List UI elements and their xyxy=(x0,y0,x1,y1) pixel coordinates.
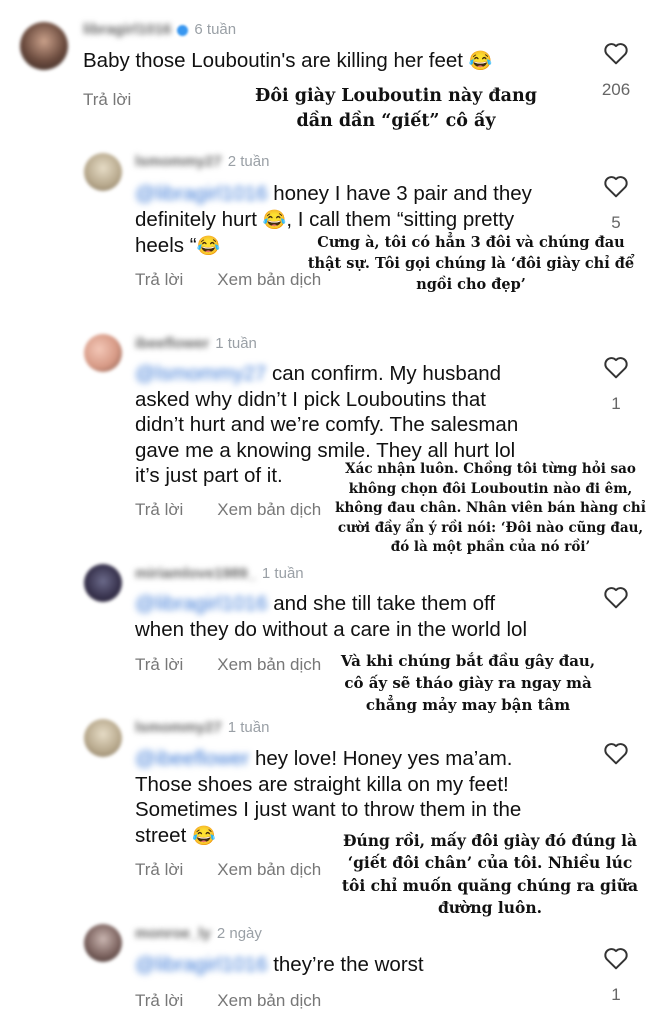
username[interactable]: lsmommy27 xyxy=(135,153,222,170)
like-count: 5 xyxy=(611,213,621,232)
mention-link[interactable]: @ibeeflower xyxy=(135,747,249,770)
translation-overlay: Cưng à, tôi có hẳn 3 đôi và chúng đau th… xyxy=(307,234,635,294)
like-count: 206 xyxy=(601,80,631,99)
comment-meta: ibeeflower 1 tuần xyxy=(135,335,257,352)
comment-line: and she till take them off xyxy=(273,592,496,615)
laughing-emoji: 😂 xyxy=(468,51,493,72)
translation-overlay: Đôi giày Louboutin này đang dần dần “giế… xyxy=(255,86,537,132)
comment-line: they’re the worst xyxy=(273,953,424,976)
comment-line: it’s just part of it. xyxy=(135,464,283,487)
comment-line: heels “ xyxy=(135,234,197,257)
mention-link[interactable]: @libragirl1016 xyxy=(135,182,268,205)
mention-link[interactable]: @libragirl1016 xyxy=(135,592,268,615)
translation-overlay: Đúng rồi, mấy đôi giày đó đúng là ‘giết … xyxy=(341,831,639,918)
comment-time: 1 tuần xyxy=(227,719,270,736)
heart-outline-icon[interactable] xyxy=(603,741,629,765)
comment-time: 1 tuần xyxy=(215,335,257,352)
comment-actions: Trả lời xyxy=(83,90,165,110)
comment-line: gave me a knowing smile. They all hurt l… xyxy=(135,438,516,462)
verified-badge-icon xyxy=(177,24,189,36)
reply-button[interactable]: Trả lời xyxy=(135,270,183,289)
like-count: 1 xyxy=(611,394,621,413)
comment-meta: miriamlove1989_ 1 tuần xyxy=(135,565,304,582)
heart-outline-icon[interactable] xyxy=(603,946,629,970)
laughing-emoji: 😂 xyxy=(262,209,287,231)
laughing-emoji: 😂 xyxy=(191,825,216,847)
comment-actions: Trả lời Xem bản dịch xyxy=(135,860,355,880)
reply-button[interactable]: Trả lời xyxy=(135,500,183,519)
username[interactable]: miriamlove1989_ xyxy=(135,565,256,582)
comment-line: didn’t hurt and we’re comfy. The salesma… xyxy=(135,413,519,436)
translation-overlay: Và khi chúng bắt đầu gây đau, cô ấy sẽ t… xyxy=(340,652,596,714)
comment-line: Those shoes are straight killa on my fee… xyxy=(135,772,509,796)
avatar[interactable] xyxy=(84,719,122,757)
comment-text: @libragirl1016 they’re the worst xyxy=(135,952,595,978)
heart-outline-icon[interactable] xyxy=(603,585,629,609)
like-count: 1 xyxy=(611,985,621,1004)
username[interactable]: ibeeflower xyxy=(135,335,209,352)
comment-line: street xyxy=(135,823,187,847)
avatar[interactable] xyxy=(84,153,122,191)
avatar[interactable] xyxy=(84,564,122,602)
mention-link[interactable]: @lsmommy27 xyxy=(135,362,266,385)
heart-outline-icon[interactable] xyxy=(603,355,629,379)
reply-button[interactable]: Trả lời xyxy=(135,655,183,674)
avatar[interactable] xyxy=(20,22,68,70)
reply-button[interactable]: Trả lời xyxy=(135,991,183,1010)
comment-line: asked why didn’t I pick Louboutins that xyxy=(135,387,486,411)
comment-time: 2 tuần xyxy=(227,153,270,170)
comment-meta: lsmommy27 2 tuần xyxy=(135,153,269,170)
comment-line: definitely hurt xyxy=(135,207,257,231)
comment-line: , I call them “sitting pretty xyxy=(286,207,515,231)
username[interactable]: libragirl1016 xyxy=(83,21,171,38)
translate-button[interactable]: Xem bản dịch xyxy=(217,860,321,879)
comment-actions: Trả lời Xem bản dịch xyxy=(135,655,355,675)
username[interactable]: monroe_ly xyxy=(135,925,211,942)
laughing-emoji: 😂 xyxy=(196,236,221,257)
mention-link[interactable]: @libragirl1016 xyxy=(135,953,268,976)
reply-button[interactable]: Trả lời xyxy=(135,860,183,879)
comment-body: Baby those Louboutin's are killing her f… xyxy=(83,49,463,72)
comment-line: can confirm. My husband xyxy=(272,362,502,385)
comment-text: @libragirl1016 and she till take them of… xyxy=(135,591,595,642)
reply-button[interactable]: Trả lời xyxy=(83,90,131,109)
translate-button[interactable]: Xem bản dịch xyxy=(217,655,321,674)
comment-actions: Trả lời Xem bản dịch xyxy=(135,991,355,1011)
comment-line: hey love! Honey yes ma’am. xyxy=(254,747,513,770)
comment-time: 6 tuần xyxy=(194,21,237,38)
heart-outline-icon[interactable] xyxy=(603,174,629,198)
avatar[interactable] xyxy=(84,334,122,372)
comment-text: Baby those Louboutin's are killing her f… xyxy=(83,48,492,75)
heart-outline-icon[interactable] xyxy=(603,41,629,65)
comment-time: 2 ngày xyxy=(216,925,262,942)
comment-time: 1 tuần xyxy=(261,565,304,582)
comment-meta: lsmommy27 1 tuần xyxy=(135,719,269,736)
comment-actions: Trả lời Xem bản dịch xyxy=(135,500,355,520)
username[interactable]: lsmommy27 xyxy=(135,719,222,736)
translation-overlay: Xác nhận luôn. Chồng tôi từng hỏi sao kh… xyxy=(335,461,646,556)
comment-meta: monroe_ly 2 ngày xyxy=(135,925,262,942)
comment-line: when they do without a care in the world… xyxy=(135,617,528,641)
translate-button[interactable]: Xem bản dịch xyxy=(217,500,321,519)
avatar[interactable] xyxy=(84,924,122,962)
comment-line: Sometimes I just want to throw them in t… xyxy=(135,798,522,821)
comment-meta: libragirl1016 6 tuần xyxy=(83,21,236,38)
translate-button[interactable]: Xem bản dịch xyxy=(217,991,321,1010)
comment-line: honey I have 3 pair and they xyxy=(273,182,532,205)
